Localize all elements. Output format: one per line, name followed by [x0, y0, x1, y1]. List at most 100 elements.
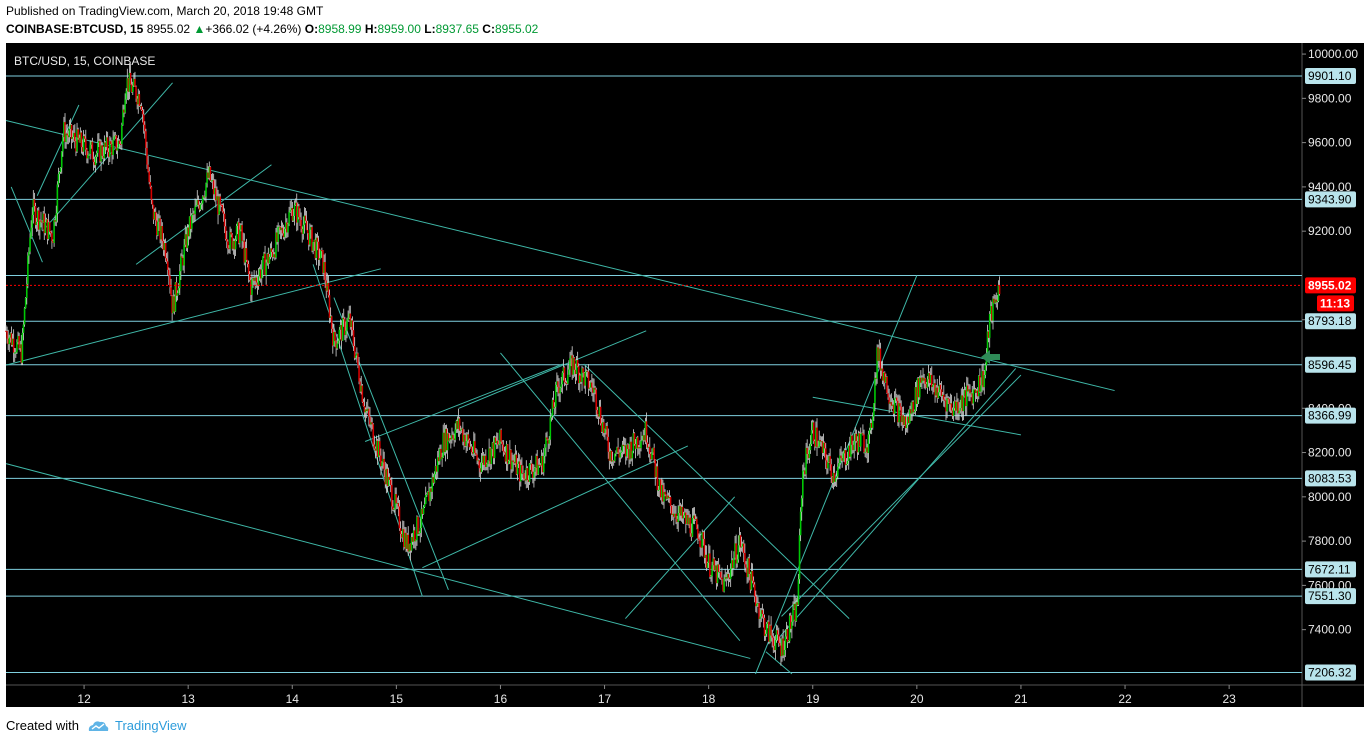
x-tick-label: 18 — [702, 692, 716, 706]
candle-body — [497, 440, 499, 445]
candle-body — [346, 320, 348, 331]
candle-body — [670, 505, 673, 515]
candle-body — [699, 540, 701, 548]
candle-body — [154, 211, 157, 221]
candle-body — [855, 433, 858, 442]
candle-body — [797, 579, 800, 605]
candle-body — [147, 164, 149, 172]
candle-body — [474, 441, 476, 453]
candle-body — [664, 491, 666, 495]
candle-body — [328, 295, 331, 318]
candle-body — [530, 463, 533, 472]
candle-body — [305, 220, 308, 231]
candle-body — [219, 196, 222, 205]
candle-body — [800, 498, 803, 512]
candle-body — [441, 457, 443, 460]
candle-body — [867, 434, 870, 454]
created-with-label: Created with — [6, 718, 79, 733]
candle-body — [168, 269, 170, 276]
candle-body — [351, 320, 354, 331]
candle-body — [110, 141, 112, 145]
candle-body — [770, 625, 772, 636]
candle-body — [631, 450, 634, 459]
candle-body — [689, 517, 692, 534]
candle-body — [962, 396, 965, 412]
price-chart[interactable]: 10000.009800.009600.009400.009200.008800… — [0, 0, 1370, 744]
candle-body — [194, 206, 196, 215]
candle-body — [980, 385, 982, 392]
candle-body — [298, 206, 300, 218]
candle-body — [336, 343, 338, 349]
candle-body — [512, 460, 514, 462]
x-tick-label: 14 — [286, 692, 300, 706]
candle-body — [913, 410, 916, 413]
candle-body — [751, 570, 754, 581]
candle-body — [21, 332, 24, 363]
footer: Created with TradingView — [6, 718, 187, 733]
candle-body — [248, 274, 251, 281]
candle-body — [926, 379, 929, 388]
candle-body — [251, 279, 253, 295]
candle-body — [486, 464, 488, 468]
candle-body — [943, 394, 945, 400]
candle-body — [224, 226, 227, 239]
candle-body — [306, 230, 309, 234]
candle-body — [287, 224, 289, 233]
candle-body — [988, 313, 991, 338]
candle-body — [576, 360, 579, 367]
candle-body — [546, 437, 548, 440]
candle-body — [60, 151, 63, 168]
level-price-label: 8366.99 — [1308, 409, 1352, 423]
candle-body — [345, 330, 347, 336]
candle-body — [648, 446, 651, 455]
candle-body — [851, 435, 853, 445]
candle-body — [391, 485, 393, 507]
candle-body — [830, 464, 833, 477]
candle-body — [112, 139, 114, 155]
plot-area[interactable] — [6, 43, 1302, 685]
candle-body — [148, 171, 150, 183]
candle-body — [379, 441, 381, 456]
level-price-label: 7551.30 — [1308, 589, 1352, 603]
candle-body — [16, 342, 18, 353]
candle-body — [398, 506, 401, 529]
candle-body — [235, 225, 238, 240]
candle-body — [245, 248, 248, 261]
candle-body — [620, 451, 623, 453]
candle-body — [729, 568, 732, 580]
candle-body — [347, 317, 349, 321]
candle-body — [615, 452, 617, 454]
candle-body — [24, 298, 27, 309]
candle-body — [939, 384, 942, 390]
candle-body — [199, 204, 202, 210]
candle-body — [312, 242, 314, 251]
candle-body — [835, 476, 838, 479]
candle-body — [176, 292, 179, 296]
candle-body — [503, 451, 506, 453]
candle-body — [748, 558, 751, 574]
candle-body — [146, 147, 148, 165]
candle-body — [802, 470, 804, 499]
candle-body — [422, 506, 425, 515]
candle-body — [984, 365, 987, 375]
candle-body — [230, 232, 232, 235]
candle-body — [84, 138, 87, 150]
tradingview-link[interactable]: TradingView — [115, 718, 187, 733]
candle-body — [591, 382, 593, 388]
candle-body — [559, 387, 561, 394]
candle-body — [95, 152, 98, 157]
candle-body — [772, 637, 775, 646]
candle-body — [433, 474, 436, 483]
x-tick-label: 22 — [1118, 692, 1132, 706]
candle-body — [523, 473, 525, 479]
candle-body — [619, 452, 622, 458]
candle-body — [317, 241, 320, 261]
candle-body — [487, 461, 489, 465]
candle-body — [853, 441, 855, 451]
candle-body — [28, 251, 30, 256]
candle-body — [723, 579, 725, 592]
candle-body — [465, 441, 467, 447]
candle-body — [262, 256, 264, 270]
candle-body — [476, 454, 478, 461]
candle-body — [265, 262, 267, 276]
